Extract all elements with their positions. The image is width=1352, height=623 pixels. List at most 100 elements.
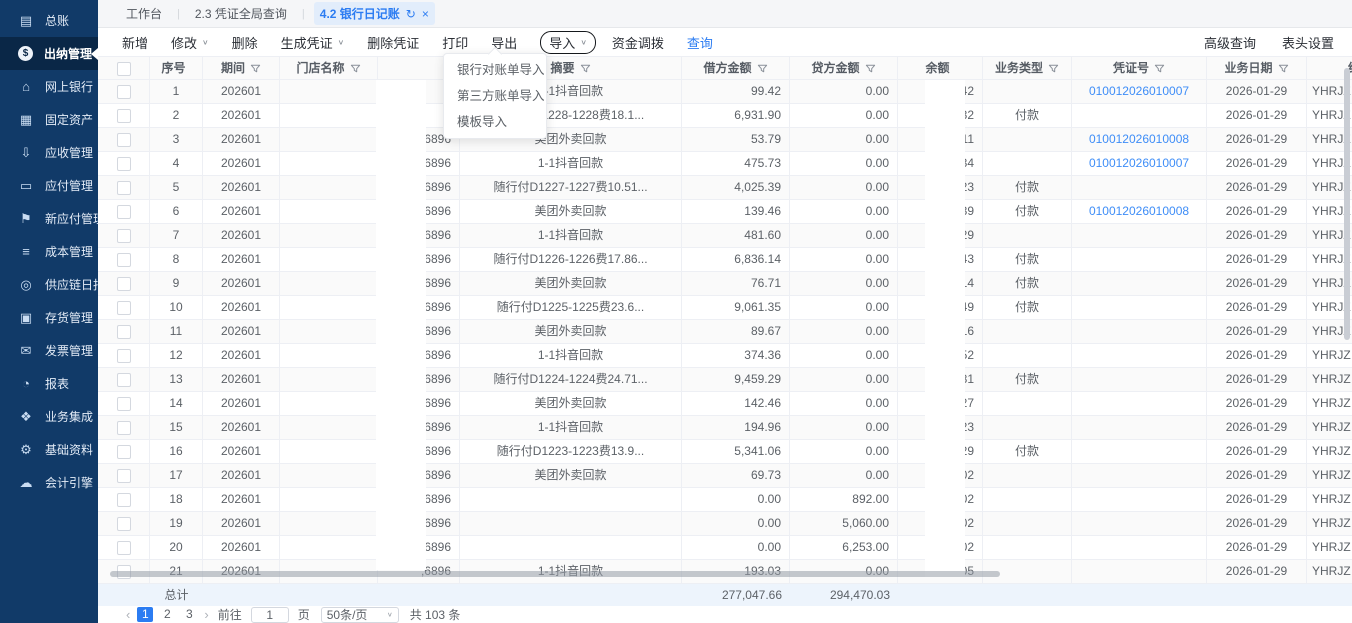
voucher-link[interactable]: 010012026010008 bbox=[1089, 204, 1189, 218]
header-settings-button[interactable]: 表头设置 bbox=[1282, 33, 1334, 52]
page-button-2[interactable]: 2 bbox=[159, 607, 175, 622]
fund-transfer-button[interactable]: 资金调拨 bbox=[612, 33, 664, 52]
cell-sel[interactable] bbox=[98, 224, 150, 247]
cell-sel[interactable] bbox=[98, 200, 150, 223]
generate-voucher-button[interactable]: 生成凭证∨ bbox=[281, 33, 345, 52]
horizontal-scrollbar[interactable] bbox=[110, 571, 1000, 577]
voucher-link[interactable]: 010012026010007 bbox=[1089, 84, 1189, 98]
col-header-sel[interactable] bbox=[98, 57, 150, 80]
cell-sel[interactable] bbox=[98, 488, 150, 511]
print-button[interactable]: 打印 bbox=[442, 33, 468, 52]
row-checkbox[interactable] bbox=[117, 109, 131, 123]
filter-icon[interactable] bbox=[757, 63, 768, 74]
modify-button[interactable]: 修改∨ bbox=[171, 33, 209, 52]
sidebar-item-fixed-assets[interactable]: ▦固定资产 bbox=[0, 103, 98, 136]
delete-button[interactable]: 删除 bbox=[232, 33, 258, 52]
filter-icon[interactable] bbox=[1048, 63, 1059, 74]
filter-icon[interactable] bbox=[350, 63, 361, 74]
sidebar-item-general-ledger[interactable]: ▤总账 bbox=[0, 4, 98, 37]
row-checkbox[interactable] bbox=[117, 157, 131, 171]
refresh-icon[interactable]: ↻ bbox=[406, 7, 416, 21]
filter-icon[interactable] bbox=[1278, 63, 1289, 74]
sidebar-item-reports[interactable]: ◔报表 bbox=[0, 367, 98, 400]
cell-sel[interactable] bbox=[98, 344, 150, 367]
cell-sel[interactable] bbox=[98, 320, 150, 343]
sidebar-item-online-banking[interactable]: ⌂网上银行 bbox=[0, 70, 98, 103]
import-button[interactable]: 导入∨ bbox=[540, 31, 596, 54]
cell-sel[interactable] bbox=[98, 440, 150, 463]
cell-sel[interactable] bbox=[98, 176, 150, 199]
row-checkbox[interactable] bbox=[117, 85, 131, 99]
tab-2.3-凭证全局查询[interactable]: 2.3 凭证全局查询 bbox=[189, 2, 293, 25]
cell-sel[interactable] bbox=[98, 512, 150, 535]
tab-工作台[interactable]: 工作台 bbox=[120, 2, 168, 25]
menu-item-模板导入[interactable]: 模板导入 bbox=[444, 109, 546, 135]
row-checkbox[interactable] bbox=[117, 325, 131, 339]
cell-sel[interactable] bbox=[98, 296, 150, 319]
delete-voucher-button[interactable]: 删除凭证 bbox=[367, 33, 419, 52]
voucher-link[interactable]: 010012026010008 bbox=[1089, 132, 1189, 146]
cell-sel[interactable] bbox=[98, 416, 150, 439]
cell-sel[interactable] bbox=[98, 80, 150, 103]
sidebar-item-invoice[interactable]: ✉发票管理 bbox=[0, 334, 98, 367]
sidebar-item-cashier-management[interactable]: $出纳管理 bbox=[0, 37, 98, 70]
page-size-select[interactable]: 50条/页 ∨ bbox=[321, 607, 399, 623]
row-checkbox[interactable] bbox=[117, 445, 131, 459]
row-checkbox[interactable] bbox=[117, 181, 131, 195]
sidebar-item-payables[interactable]: ▭应付管理 bbox=[0, 169, 98, 202]
row-checkbox[interactable] bbox=[117, 469, 131, 483]
filter-icon[interactable] bbox=[580, 63, 591, 74]
prev-page-button[interactable]: ‹ bbox=[126, 607, 130, 622]
cell-sel[interactable] bbox=[98, 272, 150, 295]
next-page-button[interactable]: › bbox=[204, 607, 208, 622]
query-button[interactable]: 查询 bbox=[687, 33, 713, 52]
col-header-biz[interactable]: 业务类型 bbox=[983, 57, 1072, 80]
cell-sel[interactable] bbox=[98, 536, 150, 559]
col-header-store[interactable]: 门店名称 bbox=[280, 57, 378, 80]
sidebar-item-accounting-engine[interactable]: ☁会计引擎 bbox=[0, 466, 98, 499]
sidebar-item-basic-data[interactable]: ⚙基础资料 bbox=[0, 433, 98, 466]
page-button-1[interactable]: 1 bbox=[137, 607, 153, 622]
tab-4.2-银行日记账[interactable]: 4.2 银行日记账↻× bbox=[314, 2, 435, 25]
row-checkbox[interactable] bbox=[117, 349, 131, 363]
row-checkbox[interactable] bbox=[117, 133, 131, 147]
row-checkbox[interactable] bbox=[117, 541, 131, 555]
row-checkbox[interactable] bbox=[117, 205, 131, 219]
sidebar-item-cost-management[interactable]: ≡成本管理 bbox=[0, 235, 98, 268]
page-button-3[interactable]: 3 bbox=[181, 607, 197, 622]
sidebar-item-inventory[interactable]: ▣存货管理 bbox=[0, 301, 98, 334]
cell-sel[interactable] bbox=[98, 464, 150, 487]
advanced-query-button[interactable]: 高级查询 bbox=[1204, 33, 1256, 52]
add-button[interactable]: 新增 bbox=[122, 33, 148, 52]
row-checkbox[interactable] bbox=[117, 229, 131, 243]
row-checkbox[interactable] bbox=[117, 421, 131, 435]
row-checkbox[interactable] bbox=[117, 493, 131, 507]
vertical-scrollbar[interactable] bbox=[1344, 68, 1350, 340]
voucher-link[interactable]: 010012026010007 bbox=[1089, 156, 1189, 170]
sidebar-item-new-payables[interactable]: ⚑新应付管理 bbox=[0, 202, 98, 235]
col-header-period[interactable]: 期间 bbox=[203, 57, 280, 80]
close-icon[interactable]: × bbox=[422, 7, 429, 21]
row-checkbox[interactable] bbox=[117, 373, 131, 387]
select-all-checkbox[interactable] bbox=[117, 62, 131, 76]
goto-page-input[interactable] bbox=[251, 607, 289, 623]
filter-icon[interactable] bbox=[865, 63, 876, 74]
col-header-voucher[interactable]: 凭证号 bbox=[1072, 57, 1207, 80]
sidebar-item-business-integration[interactable]: ❖业务集成 bbox=[0, 400, 98, 433]
cell-sel[interactable] bbox=[98, 128, 150, 151]
sidebar-item-receivables[interactable]: ⇩应收管理 bbox=[0, 136, 98, 169]
cell-sel[interactable] bbox=[98, 248, 150, 271]
filter-icon[interactable] bbox=[1154, 63, 1165, 74]
cell-sel[interactable] bbox=[98, 392, 150, 415]
row-checkbox[interactable] bbox=[117, 301, 131, 315]
filter-icon[interactable] bbox=[250, 63, 261, 74]
menu-item-第三方账单导入[interactable]: 第三方账单导入 bbox=[444, 83, 546, 109]
row-checkbox[interactable] bbox=[117, 277, 131, 291]
row-checkbox[interactable] bbox=[117, 517, 131, 531]
cell-sel[interactable] bbox=[98, 368, 150, 391]
col-header-credit[interactable]: 贷方金额 bbox=[790, 57, 898, 80]
col-header-date[interactable]: 业务日期 bbox=[1207, 57, 1307, 80]
row-checkbox[interactable] bbox=[117, 397, 131, 411]
sidebar-item-supply-chain-daily[interactable]: ◎供应链日报表 bbox=[0, 268, 98, 301]
cell-sel[interactable] bbox=[98, 152, 150, 175]
